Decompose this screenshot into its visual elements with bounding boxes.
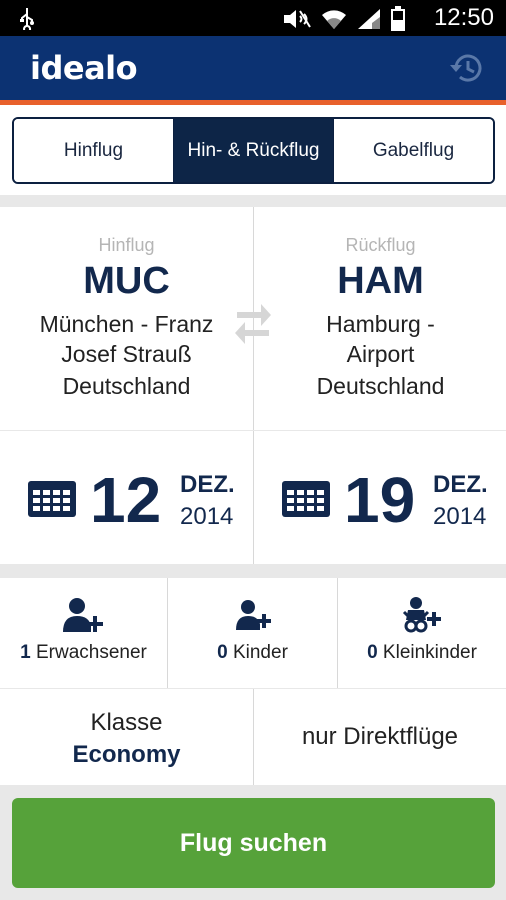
destination-label: Rückflug: [345, 235, 416, 255]
clock: 12:50: [433, 4, 494, 31]
origin-city-line1: München - Franz: [39, 311, 214, 337]
trip-type-bar: Hinflug Hin- & Rückflug Gabelflug: [0, 105, 506, 195]
calendar-icon: [28, 481, 76, 517]
calendar-icon: [282, 481, 330, 517]
add-adult-icon: [63, 596, 103, 634]
add-child-icon: [234, 596, 274, 634]
destination-city-line1: Hamburg -: [326, 311, 435, 337]
adults-label: Erwachsener: [35, 642, 147, 663]
tab-one-way[interactable]: Hinflug: [14, 119, 174, 182]
destination-code: HAM: [337, 260, 424, 302]
search-flights-button[interactable]: Flug suchen: [12, 798, 495, 888]
origin-selector[interactable]: Hinflug MUC München - Franz Josef Strauß…: [0, 207, 253, 430]
return-month: DEZ.: [433, 471, 488, 498]
options-panel: Klasse Economy nur Direktflüge: [0, 689, 506, 785]
adults-count: 1: [20, 642, 31, 663]
adults-selector[interactable]: 1 Erwachsener: [0, 578, 167, 688]
wifi-icon: [320, 7, 348, 36]
tab-open-jaw[interactable]: Gabelflug: [334, 119, 493, 182]
outbound-day: 12: [90, 464, 162, 536]
cabin-class-value: Economy: [72, 741, 181, 768]
return-year: 2014: [433, 503, 487, 530]
outbound-year: 2014: [180, 503, 234, 530]
infants-label: Kleinkinder: [382, 642, 477, 663]
app-logo: idealo: [30, 49, 138, 87]
origin-code: MUC: [83, 260, 170, 302]
destination-selector[interactable]: Rückflug HAM Hamburg - Airport Deutschla…: [254, 207, 506, 430]
cabin-class-selector[interactable]: Klasse Economy: [0, 689, 253, 785]
direct-flights-toggle[interactable]: nur Direktflüge: [254, 689, 506, 785]
status-bar: 12:50: [0, 0, 506, 36]
dates-panel: 12 DEZ. 2014 19 DEZ. 2014: [0, 431, 506, 564]
origin-label: Hinflug: [98, 235, 155, 255]
passengers-panel: 1 Erwachsener 0 Kinder 0 Kleinkinder: [0, 578, 506, 688]
origin-city-line2: Josef Strauß: [61, 341, 192, 367]
destination-country: Deutschland: [316, 373, 445, 399]
battery-icon: [390, 6, 406, 37]
trip-type-selector: Hinflug Hin- & Rückflug Gabelflug: [12, 117, 495, 184]
route-panel: Hinflug MUC München - Franz Josef Strauß…: [0, 207, 506, 430]
cabin-class-label: Klasse: [90, 709, 163, 736]
infants-count: 0: [367, 642, 378, 663]
destination-city-line2: Airport: [346, 341, 415, 367]
mute-icon: [282, 7, 312, 36]
children-count: 0: [217, 642, 228, 663]
return-date-selector[interactable]: 19 DEZ. 2014: [254, 431, 506, 564]
tab-round-trip[interactable]: Hin- & Rückflug: [174, 119, 334, 182]
infants-selector[interactable]: 0 Kleinkinder: [338, 578, 506, 688]
children-selector[interactable]: 0 Kinder: [168, 578, 337, 688]
return-day: 19: [344, 464, 416, 536]
outbound-date-selector[interactable]: 12 DEZ. 2014: [0, 431, 253, 564]
outbound-month: DEZ.: [180, 471, 235, 498]
signal-icon: [356, 7, 382, 36]
history-icon[interactable]: [448, 50, 484, 86]
usb-icon: [18, 6, 36, 35]
add-infant-icon: [402, 596, 442, 634]
swap-arrows-icon[interactable]: [233, 300, 273, 348]
app-header: idealo: [0, 36, 506, 100]
origin-country: Deutschland: [62, 373, 191, 399]
children-label: Kinder: [232, 642, 288, 663]
